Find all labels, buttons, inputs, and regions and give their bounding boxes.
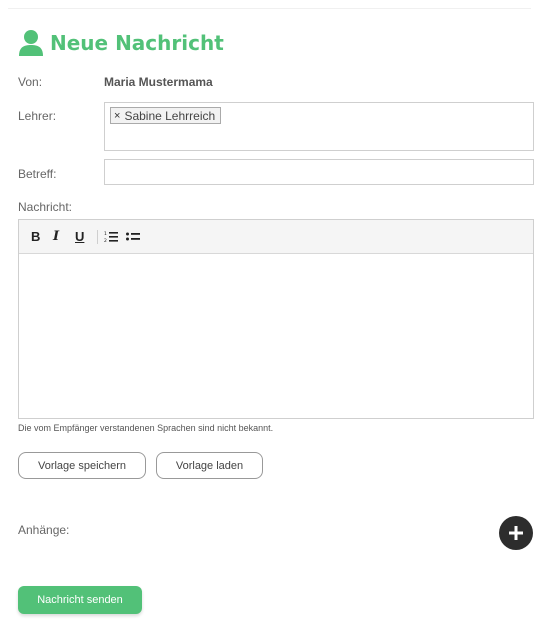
bullet-list-icon[interactable] xyxy=(126,230,148,244)
editor-body[interactable] xyxy=(19,254,533,418)
user-icon xyxy=(19,30,43,56)
teacher-tag[interactable]: × Sabine Lehrreich xyxy=(110,107,222,124)
svg-text:2: 2 xyxy=(104,238,107,243)
italic-button[interactable]: I xyxy=(53,229,75,244)
from-value: Maria Mustermama xyxy=(104,75,213,89)
save-template-button[interactable]: Vorlage speichern xyxy=(18,452,146,479)
subject-input[interactable] xyxy=(104,159,534,185)
bold-button[interactable]: B xyxy=(31,229,53,244)
editor-toolbar: B I U 1 2 xyxy=(19,220,533,254)
underline-button[interactable]: U xyxy=(75,229,97,244)
subject-label: Betreff: xyxy=(18,167,57,181)
load-template-button[interactable]: Vorlage laden xyxy=(156,452,263,479)
message-label: Nachricht: xyxy=(18,200,73,214)
remove-tag-icon[interactable]: × xyxy=(114,110,120,122)
attachments-label: Anhänge: xyxy=(18,523,70,537)
send-message-button[interactable]: Nachricht senden xyxy=(18,586,142,614)
add-attachment-button[interactable] xyxy=(499,516,533,550)
svg-text:1: 1 xyxy=(104,231,107,237)
teacher-select[interactable]: × Sabine Lehrreich xyxy=(104,102,534,151)
from-label: Von: xyxy=(18,75,43,89)
plus-icon xyxy=(509,526,523,540)
teacher-label: Lehrer: xyxy=(18,109,57,123)
toolbar-divider xyxy=(97,229,98,244)
teacher-tag-label: Sabine Lehrreich xyxy=(124,108,216,123)
language-hint: Die vom Empfänger verstandenen Sprachen … xyxy=(18,423,274,433)
page-header: Neue Nachricht xyxy=(18,27,224,59)
message-editor[interactable]: B I U 1 2 xyxy=(18,219,534,419)
page-title: Neue Nachricht xyxy=(50,31,224,55)
message-form-card: Neue Nachricht Von: Maria Mustermama Leh… xyxy=(8,8,534,622)
ordered-list-icon[interactable]: 1 2 xyxy=(104,230,126,244)
